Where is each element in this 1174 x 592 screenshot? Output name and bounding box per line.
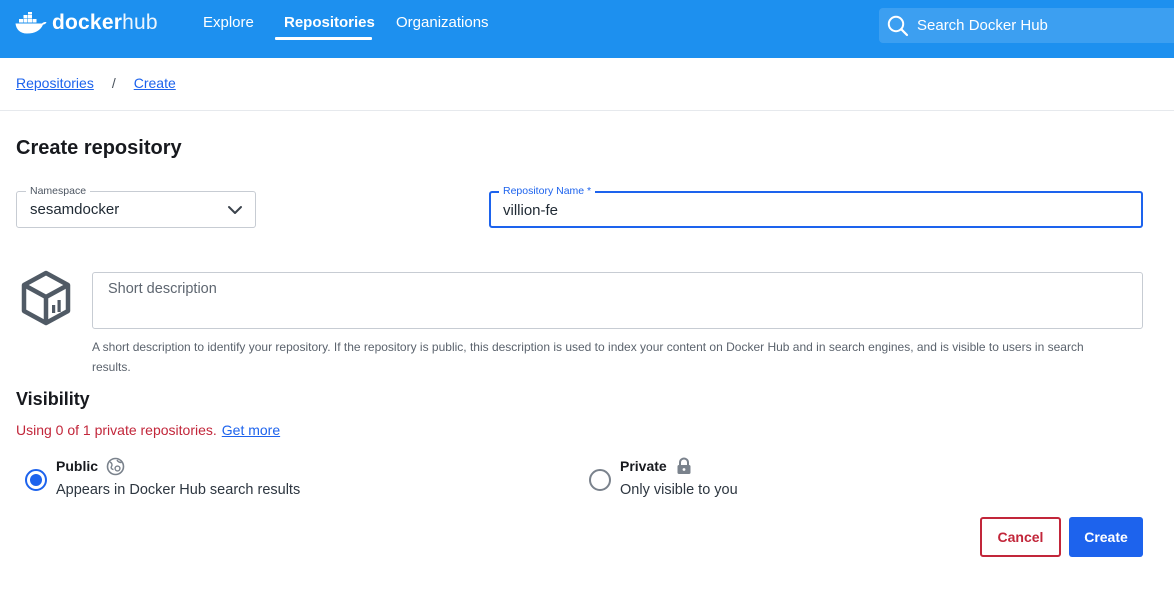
top-navigation-bar: dockerhub Explore Repositories Organizat… <box>0 0 1174 58</box>
breadcrumb-repositories[interactable]: Repositories <box>16 75 94 91</box>
breadcrumb-create[interactable]: Create <box>134 75 176 91</box>
search-bar[interactable] <box>879 8 1174 43</box>
lock-icon <box>677 457 691 474</box>
private-radio[interactable] <box>589 469 611 491</box>
short-description-input[interactable] <box>93 273 1142 328</box>
breadcrumb-separator: / <box>111 75 116 91</box>
globe-icon <box>106 457 125 476</box>
get-more-link[interactable]: Get more <box>222 422 280 438</box>
breadcrumb: Repositories / Create <box>16 75 176 91</box>
create-button[interactable]: Create <box>1069 517 1143 557</box>
cancel-button[interactable]: Cancel <box>980 517 1061 557</box>
active-nav-indicator <box>275 37 372 40</box>
public-option-description: Appears in Docker Hub search results <box>56 482 301 498</box>
private-option-label: Private <box>620 458 667 474</box>
nav-organizations[interactable]: Organizations <box>396 14 489 31</box>
logo-light-text: hub <box>122 11 158 34</box>
usage-text: Using 0 of 1 private repositories. <box>16 422 217 438</box>
description-helper-text: A short description to identify your rep… <box>92 340 1084 374</box>
public-radio[interactable] <box>25 469 47 491</box>
short-description-field[interactable] <box>92 272 1143 329</box>
visibility-title: Visibility <box>16 389 90 409</box>
namespace-label: Namespace <box>26 184 91 198</box>
namespace-value: sesamdocker <box>30 201 120 218</box>
public-option-label: Public <box>56 458 99 474</box>
page-title: Create repository <box>16 137 182 159</box>
search-input[interactable] <box>917 17 1157 34</box>
nav-explore[interactable]: Explore <box>203 14 254 31</box>
repository-name-field[interactable]: Repository Name * <box>489 184 1143 228</box>
docker-whale-icon <box>15 12 47 34</box>
docker-hub-logo[interactable]: dockerhub <box>15 9 158 37</box>
logo-wordmark: dockerhub <box>52 11 158 35</box>
nav-repositories[interactable]: Repositories <box>284 14 375 31</box>
repository-name-input[interactable] <box>497 200 1117 220</box>
private-repo-usage: Using 0 of 1 private repositories. Get mo… <box>16 422 280 438</box>
repository-cube-icon <box>21 270 71 326</box>
header-divider <box>0 110 1174 111</box>
namespace-select[interactable]: Namespace sesamdocker <box>16 184 256 228</box>
repository-name-label: Repository Name * <box>499 184 596 198</box>
private-option-description: Only visible to you <box>620 482 738 498</box>
logo-bold-text: docker <box>52 11 123 34</box>
chevron-down-icon <box>228 206 242 214</box>
search-icon <box>887 15 909 36</box>
